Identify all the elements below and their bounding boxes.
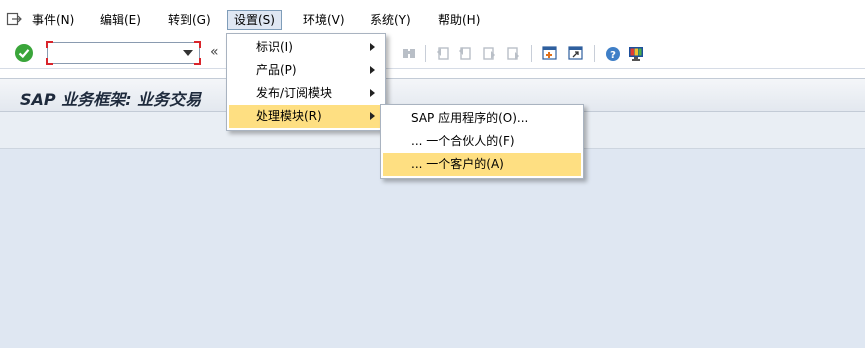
help-icon[interactable]: ? — [605, 46, 621, 61]
menu-item-identification[interactable]: 标识(I) — [229, 36, 383, 59]
menu-help[interactable]: 帮助(H) — [432, 10, 486, 30]
command-field[interactable] — [46, 41, 201, 65]
menu-item-label: 产品(P) — [256, 63, 297, 77]
menu-item-customer[interactable]: ... 一个客户的(A) — [383, 153, 581, 176]
menu-item-label: 处理模块(R) — [256, 109, 322, 123]
menu-bar: 事件(N) 编辑(E) 转到(G) 设置(S) 环境(V) 系统(Y) 帮助(H… — [0, 0, 865, 38]
menu-item-sap-application[interactable]: SAP 应用程序的(O)... — [383, 107, 581, 130]
exit-menu-icon[interactable] — [6, 11, 22, 27]
menu-item-partner[interactable]: ... 一个合伙人的(F) — [383, 130, 581, 153]
last-page-icon — [506, 46, 520, 61]
menu-item-label: ... 一个客户的(A) — [411, 157, 504, 171]
menu-item-label: SAP 应用程序的(O)... — [411, 111, 529, 125]
menu-item-label: 发布/订阅模块 — [256, 86, 333, 100]
submenu-arrow-icon — [370, 89, 375, 97]
customize-layout-icon[interactable] — [628, 46, 644, 61]
find-icon — [402, 46, 416, 61]
menu-item-label: ... 一个合伙人的(F) — [411, 134, 515, 148]
menu-environment[interactable]: 环境(V) — [297, 10, 351, 30]
create-session-icon[interactable] — [542, 46, 557, 61]
menu-edit[interactable]: 编辑(E) — [94, 10, 147, 30]
menu-item-processing-modules[interactable]: 处理模块(R) — [229, 105, 383, 128]
menu-event[interactable]: 事件(N) — [26, 10, 80, 30]
previous-page-icon — [458, 46, 472, 61]
submenu-arrow-icon — [370, 66, 375, 74]
menu-item-product[interactable]: 产品(P) — [229, 59, 383, 82]
page-title: SAP 业务框架: 业务交易 — [20, 90, 202, 109]
menu-item-publish-subscribe[interactable]: 发布/订阅模块 — [229, 82, 383, 105]
submenu-arrow-icon — [370, 112, 375, 120]
settings-dropdown-menu: 标识(I) 产品(P) 发布/订阅模块 处理模块(R) — [226, 33, 386, 131]
next-page-icon — [482, 46, 496, 61]
standard-toolbar: « ? — [0, 38, 865, 69]
collapse-command-field-button[interactable]: « — [210, 44, 219, 60]
menu-item-label: 标识(I) — [256, 40, 293, 54]
command-input[interactable] — [50, 44, 182, 64]
shortcut-icon[interactable] — [568, 46, 583, 61]
first-page-icon — [436, 46, 450, 61]
chevron-down-icon[interactable] — [183, 50, 193, 56]
menu-system[interactable]: 系统(Y) — [364, 10, 417, 30]
submenu-arrow-icon — [370, 43, 375, 51]
enter-check-icon[interactable] — [15, 44, 33, 62]
menu-settings[interactable]: 设置(S) — [227, 10, 282, 30]
menu-goto[interactable]: 转到(G) — [162, 10, 217, 30]
svg-text:?: ? — [610, 50, 616, 61]
processing-modules-submenu: SAP 应用程序的(O)... ... 一个合伙人的(F) ... 一个客户的(… — [380, 104, 584, 179]
